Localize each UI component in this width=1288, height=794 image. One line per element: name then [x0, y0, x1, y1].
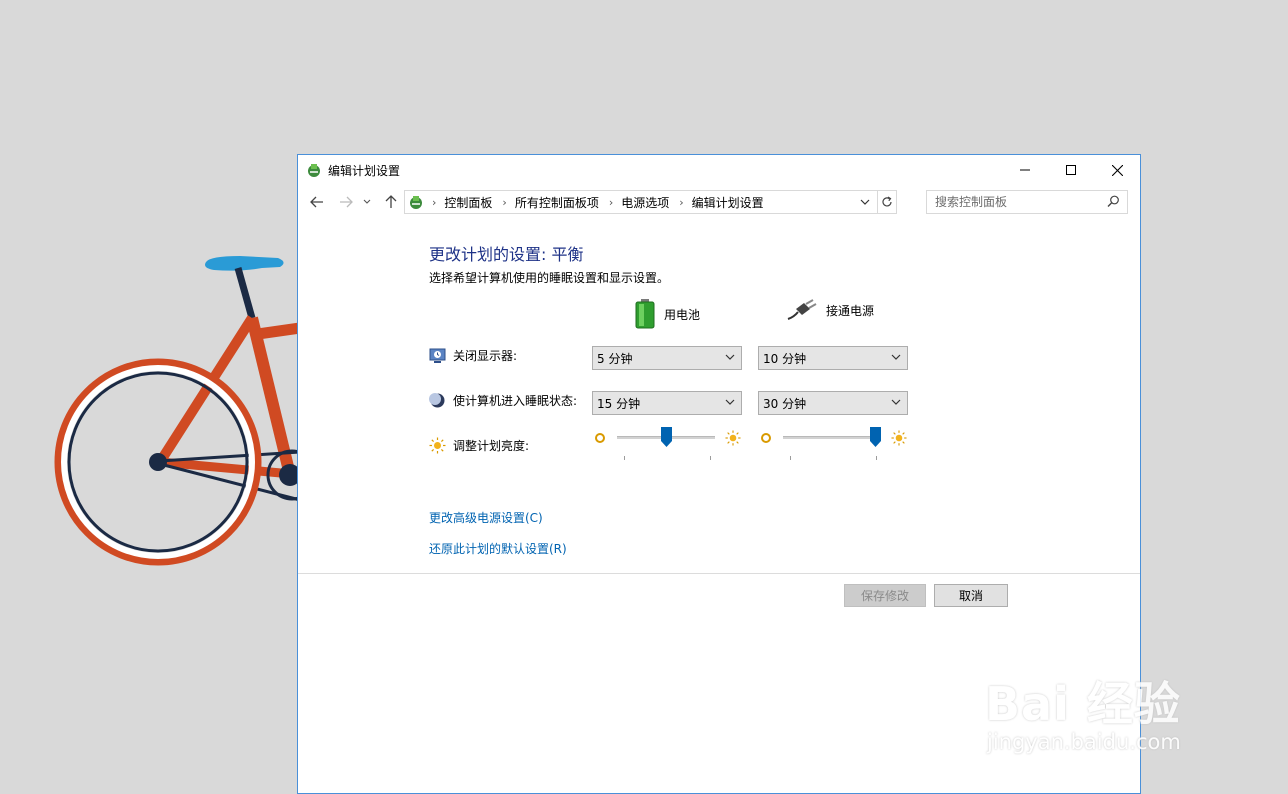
watermark-url: jingyan.baidu.com: [987, 730, 1181, 754]
brightness-battery-thumb[interactable]: [660, 427, 672, 447]
display-off-plugged-select[interactable]: 10 分钟: [758, 346, 908, 370]
watermark-brand: Bai 经验: [985, 677, 1181, 731]
breadcrumb-control-panel[interactable]: 控制面板: [444, 194, 492, 211]
breadcrumb-separator: ›: [432, 195, 437, 209]
column-on-battery: 用电池: [634, 299, 700, 329]
slider-tick: [710, 456, 711, 460]
breadcrumb-edit-plan[interactable]: 编辑计划设置: [692, 194, 764, 211]
chevron-down-icon: [891, 399, 901, 405]
sleep-row-label: 使计算机进入睡眠状态:: [429, 392, 577, 409]
sleep-battery-select[interactable]: 15 分钟: [592, 391, 742, 415]
search-icon[interactable]: [1107, 195, 1120, 208]
brightness-row-label: 调整计划亮度:: [429, 437, 529, 454]
refresh-icon: [882, 196, 892, 207]
brightness-plugged-track[interactable]: [783, 436, 881, 439]
display-off-battery-value: 5 分钟: [597, 351, 633, 366]
bright-sun-icon: [725, 430, 741, 446]
control-panel-icon: [410, 196, 422, 209]
refresh-button[interactable]: [877, 190, 897, 214]
maximize-icon: [1066, 165, 1076, 175]
display-off-row-label: 关闭显示器:: [429, 347, 517, 364]
display-off-plugged-value: 10 分钟: [763, 351, 807, 366]
chevron-down-icon: [725, 399, 735, 405]
arrow-up-icon: [385, 195, 397, 208]
sleep-label: 使计算机进入睡眠状态:: [453, 394, 578, 408]
brightness-plugged-slider-group: [760, 424, 910, 464]
battery-icon: [635, 299, 655, 329]
brightness-plugged-thumb[interactable]: [870, 427, 881, 447]
dim-sun-icon: [761, 433, 771, 443]
sleep-plugged-value: 30 分钟: [763, 396, 807, 411]
brightness-label: 调整计划亮度:: [453, 439, 530, 453]
bright-sun-icon: [891, 430, 907, 446]
page-title: 更改计划的设置: 平衡: [429, 245, 584, 264]
sleep-battery-value: 15 分钟: [597, 396, 641, 411]
cancel-button[interactable]: 取消: [934, 584, 1008, 607]
recent-locations-button[interactable]: [360, 191, 374, 213]
minimize-icon: [1020, 169, 1030, 171]
close-button[interactable]: [1094, 155, 1140, 185]
page-description: 选择希望计算机使用的睡眠设置和显示设置。: [429, 271, 670, 285]
breadcrumb-separator: ›: [608, 195, 614, 209]
search-input[interactable]: [927, 191, 1097, 213]
arrow-right-icon: [340, 196, 353, 208]
breadcrumb-separator: ›: [679, 195, 684, 209]
chevron-down-icon: [363, 199, 371, 204]
slider-tick: [624, 456, 625, 460]
maximize-button[interactable]: [1048, 155, 1094, 185]
restore-defaults-link[interactable]: 还原此计划的默认设置(R): [429, 540, 567, 557]
title-bar: 编辑计划设置: [298, 155, 1140, 185]
chevron-down-icon: [725, 354, 735, 360]
address-bar[interactable]: › 控制面板 › 所有控制面板项 › 电源选项 › 编辑计划设置: [404, 190, 897, 214]
back-button[interactable]: [306, 191, 328, 213]
dim-sun-icon: [595, 433, 605, 443]
chevron-down-icon: [860, 199, 870, 205]
slider-tick: [790, 456, 791, 460]
advanced-power-settings-link[interactable]: 更改高级电源设置(C): [429, 509, 543, 526]
power-options-icon: [308, 164, 320, 177]
arrow-left-icon: [310, 196, 323, 208]
monitor-clock-icon: [429, 348, 446, 363]
close-icon: [1111, 164, 1123, 176]
display-off-battery-select[interactable]: 5 分钟: [592, 346, 742, 370]
window-title: 编辑计划设置: [328, 164, 401, 178]
breadcrumb-power-options[interactable]: 电源选项: [621, 194, 669, 211]
save-changes-button[interactable]: 保存修改: [844, 584, 926, 607]
column-plugged-in: 接通电源: [786, 299, 874, 321]
breadcrumb-separator: ›: [502, 195, 507, 209]
breadcrumb-all-items[interactable]: 所有控制面板项: [515, 194, 599, 211]
search-box[interactable]: [926, 190, 1128, 214]
slider-tick: [876, 456, 877, 460]
chevron-down-icon: [891, 354, 901, 360]
column-battery-label: 用电池: [664, 307, 701, 322]
footer-divider: [298, 573, 1140, 574]
sun-icon: [429, 437, 446, 454]
moon-icon: [429, 393, 445, 408]
forward-button[interactable]: [335, 191, 357, 213]
navigation-bar: › 控制面板 › 所有控制面板项 › 电源选项 › 编辑计划设置: [298, 185, 1140, 219]
sleep-plugged-select[interactable]: 30 分钟: [758, 391, 908, 415]
baidu-watermark: Bai 经验 jingyan.baidu.com: [985, 648, 1225, 768]
power-plug-icon: [787, 299, 817, 320]
address-history-button[interactable]: [856, 191, 874, 213]
up-button[interactable]: [380, 191, 402, 213]
display-off-label: 关闭显示器:: [453, 349, 518, 363]
minimize-button[interactable]: [1002, 155, 1048, 185]
brightness-battery-slider-group: [594, 424, 744, 464]
column-plugged-label: 接通电源: [826, 303, 875, 318]
